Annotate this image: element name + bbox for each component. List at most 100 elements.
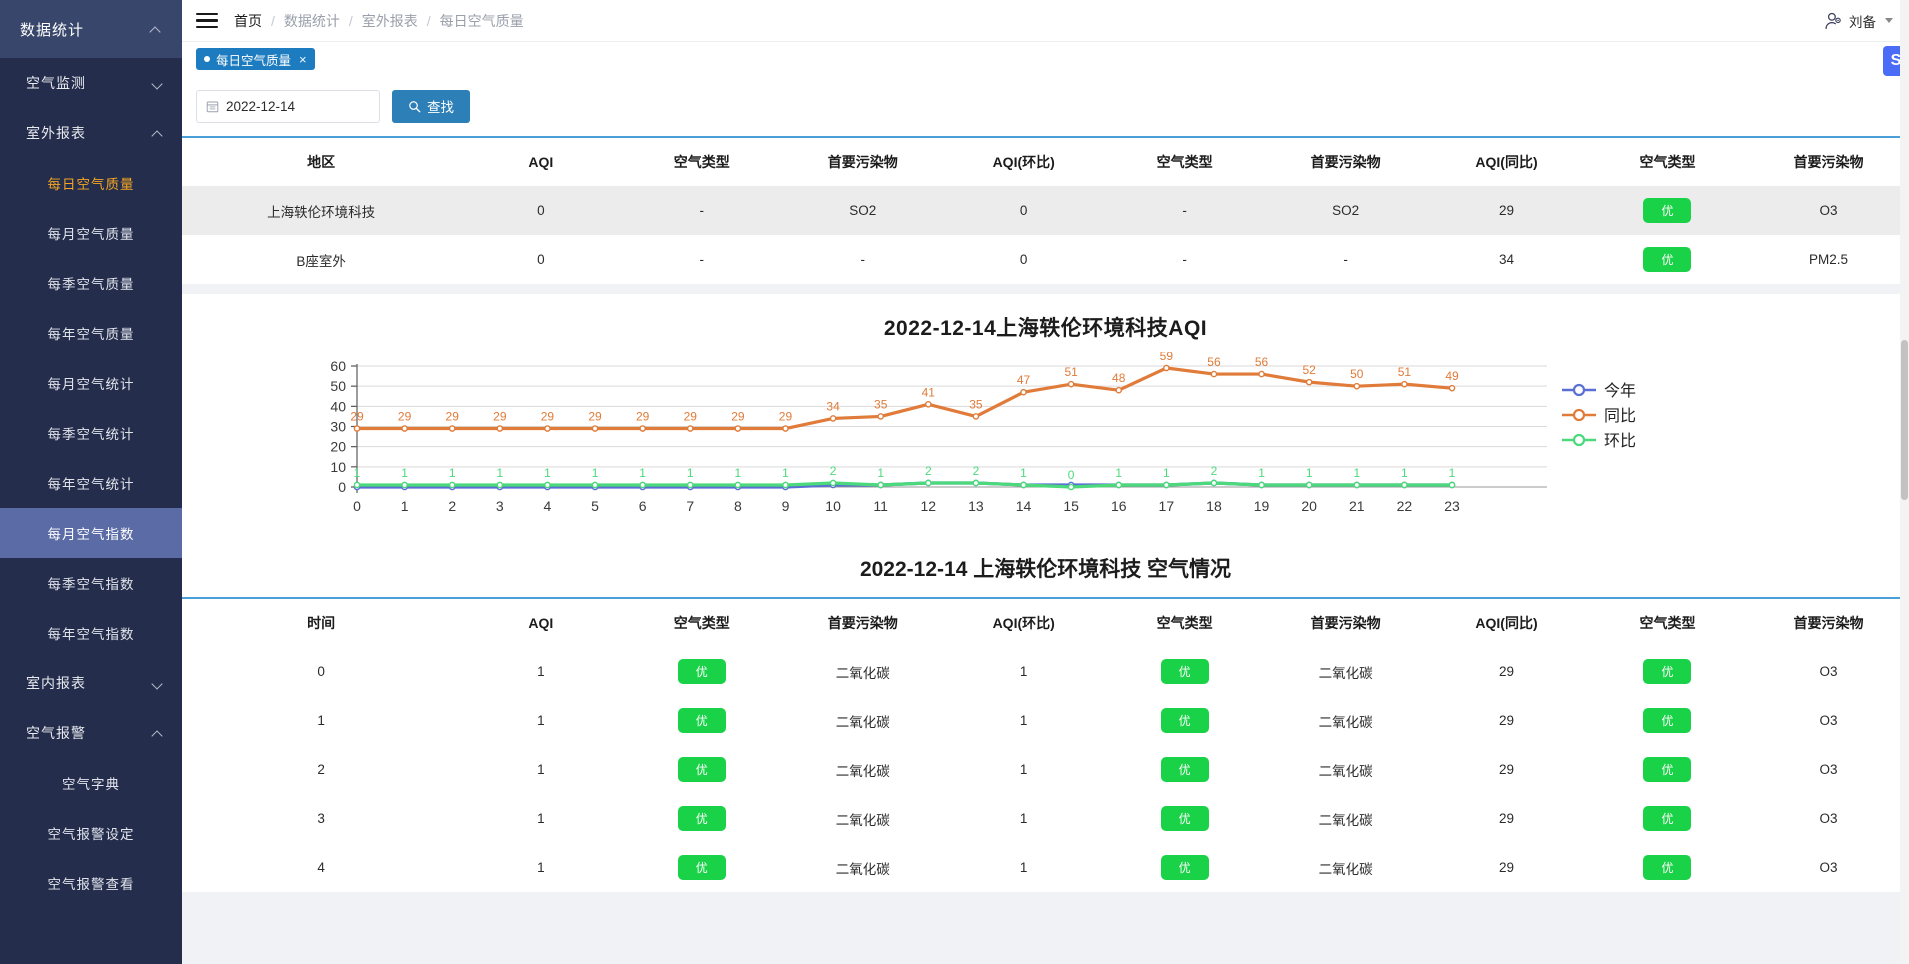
sidebar-group-室外报表[interactable]: 室外报表 <box>0 108 182 158</box>
chart-point[interactable] <box>639 481 646 489</box>
chart-point[interactable] <box>1115 481 1123 489</box>
content-scroll[interactable]: 地区 AQI 空气类型 首要污染物 AQI(环比) 空气类型 首要污染物 AQI(同比) 空气类… <box>182 136 1909 964</box>
chart-point[interactable] <box>1258 481 1265 489</box>
chart-point[interactable] <box>639 425 646 432</box>
chart-point[interactable] <box>877 413 884 420</box>
scrollbar-thumb[interactable] <box>1901 340 1908 500</box>
date-input[interactable]: 2022-12-14 <box>196 89 380 123</box>
sidebar-item-空气报警查看[interactable]: 空气报警查看 <box>0 858 182 908</box>
chart-point[interactable] <box>782 425 789 432</box>
search-button[interactable]: 查找 <box>392 89 470 123</box>
chart-point[interactable] <box>1210 370 1218 378</box>
table-row[interactable]: 3 1 优 二氧化碳 1 优 二氧化碳 29 优 O3 <box>182 794 1909 843</box>
x-axis-label: 14 <box>1016 498 1032 514</box>
table-cell: 二氧化碳 <box>1318 861 1373 877</box>
breadcrumb-item-3[interactable]: 每日空气质量 <box>440 11 524 31</box>
table-row[interactable]: 2 1 优 二氧化碳 1 优 二氧化碳 29 优 O3 <box>182 745 1909 794</box>
table-cell: 2 <box>317 762 325 777</box>
sidebar-item-每年空气指数[interactable]: 每年空气指数 <box>0 608 182 658</box>
chart-point[interactable] <box>1067 380 1075 388</box>
chart-point[interactable] <box>1401 380 1408 388</box>
sidebar-item-每月空气统计[interactable]: 每月空气统计 <box>0 358 182 408</box>
chart-point[interactable] <box>496 425 504 432</box>
chart-point[interactable] <box>353 481 361 489</box>
chart-point[interactable] <box>591 481 599 489</box>
table-row[interactable]: 1 1 优 二氧化碳 1 优 二氧化碳 29 优 O3 <box>182 696 1909 745</box>
sidebar-item-每年空气质量[interactable]: 每年空气质量 <box>0 308 182 358</box>
chart-point[interactable] <box>1401 481 1408 489</box>
table-row[interactable]: 4 1 优 二氧化碳 1 优 二氧化碳 29 优 O3 <box>182 843 1909 892</box>
sidebar-group-空气监测[interactable]: 空气监测 <box>0 58 182 108</box>
chart-point[interactable] <box>1020 481 1027 489</box>
chart-point[interactable] <box>734 481 742 489</box>
chart-point[interactable] <box>1353 382 1361 390</box>
chart-point-label: 1 <box>1306 466 1313 480</box>
table-row[interactable]: B座室外 0 - - 0 - - 34 优 PM2.5 <box>182 235 1909 284</box>
sidebar-menu: 空气监测 室外报表 每日空气质量 每月空气质量 每季空气质量 每年空气质量 每月空气统计 每季… <box>0 58 182 908</box>
chart-point[interactable] <box>496 481 504 489</box>
chart-point[interactable] <box>1448 384 1456 392</box>
chart-point[interactable] <box>1067 483 1075 491</box>
chart-point[interactable] <box>1115 386 1123 394</box>
chart-point[interactable] <box>1163 364 1170 372</box>
aqi-line-chart[interactable]: 0 10 20 30 40 50 60 0 1 2 3 4 5 6 7 8 9 10 11 12 13 14 15 16 17 1… <box>182 352 1909 527</box>
user-menu[interactable]: 刘备 <box>1824 11 1893 31</box>
sidebar-item-每月空气指数[interactable]: 每月空气指数 <box>0 508 182 558</box>
chart-point[interactable] <box>401 425 408 432</box>
chart-point[interactable] <box>734 425 742 432</box>
chart-point[interactable] <box>544 481 551 489</box>
chart-point[interactable] <box>925 479 932 487</box>
chart-point[interactable] <box>1305 481 1313 489</box>
chart-point[interactable] <box>448 481 456 489</box>
breadcrumb-item-2[interactable]: 室外报表 <box>362 11 418 31</box>
chart-point[interactable] <box>353 425 361 432</box>
chart-point[interactable] <box>1448 481 1456 489</box>
hamburger-icon[interactable] <box>196 12 218 29</box>
close-icon[interactable]: × <box>297 52 307 67</box>
chart-point[interactable] <box>591 425 599 432</box>
chart-point-label: 1 <box>496 466 503 480</box>
table-row[interactable]: 0 1 优 二氧化碳 1 优 二氧化碳 29 优 O3 <box>182 647 1909 696</box>
chart-point[interactable] <box>972 413 980 420</box>
main-area: 首页 / 数据统计 / 室外报表 / 每日空气质量 刘备 每日空气质量 × 20… <box>182 0 1909 964</box>
sidebar-item-每季空气指数[interactable]: 每季空气指数 <box>0 558 182 608</box>
sidebar-item-空气字典[interactable]: 空气字典 <box>0 758 182 808</box>
legend-label-今年[interactable]: 今年 <box>1604 382 1636 400</box>
sidebar-item-每季空气质量[interactable]: 每季空气质量 <box>0 258 182 308</box>
chart-point[interactable] <box>1020 388 1027 396</box>
chart-point[interactable] <box>401 481 408 489</box>
chart-point[interactable] <box>686 481 694 489</box>
table-row[interactable]: 上海轶伦环境科技 0 - SO2 0 - SO2 29 优 O3 <box>182 186 1909 235</box>
vertical-scrollbar[interactable] <box>1900 0 1909 964</box>
sidebar-item-每季空气统计[interactable]: 每季空气统计 <box>0 408 182 458</box>
sidebar-item-每日空气质量[interactable]: 每日空气质量 <box>0 158 182 208</box>
sidebar-root-数据统计[interactable]: 数据统计 <box>0 0 182 58</box>
sidebar-group-空气报警[interactable]: 空气报警 <box>0 708 182 758</box>
chart-point[interactable] <box>448 425 456 432</box>
tab-每日空气质量[interactable]: 每日空气质量 × <box>196 48 315 70</box>
sidebar-item-每年空气统计[interactable]: 每年空气统计 <box>0 458 182 508</box>
chart-point[interactable] <box>829 479 837 487</box>
chart-point[interactable] <box>686 425 694 432</box>
chart-point-label: 29 <box>398 410 412 424</box>
chart-point[interactable] <box>972 479 980 487</box>
y-axis-label: 20 <box>330 439 346 455</box>
chart-point[interactable] <box>829 415 837 422</box>
breadcrumb-item-0[interactable]: 首页 <box>234 11 262 31</box>
chart-point[interactable] <box>1163 481 1170 489</box>
chart-point[interactable] <box>1305 378 1313 386</box>
sidebar-item-空气报警设定[interactable]: 空气报警设定 <box>0 808 182 858</box>
legend-label-同比[interactable]: 同比 <box>1604 407 1636 425</box>
chart-point[interactable] <box>877 481 884 489</box>
sidebar-item-每月空气质量[interactable]: 每月空气质量 <box>0 208 182 258</box>
chart-point[interactable] <box>925 401 932 408</box>
chart-point[interactable] <box>544 425 551 432</box>
table-cell: 29 <box>1499 664 1515 679</box>
chart-point[interactable] <box>1353 481 1361 489</box>
chart-point[interactable] <box>1258 370 1265 378</box>
breadcrumb-item-1[interactable]: 数据统计 <box>284 11 340 31</box>
sidebar-group-室内报表[interactable]: 室内报表 <box>0 658 182 708</box>
legend-label-环比[interactable]: 环比 <box>1604 432 1636 450</box>
chart-point[interactable] <box>782 481 789 489</box>
chart-point[interactable] <box>1210 479 1218 487</box>
